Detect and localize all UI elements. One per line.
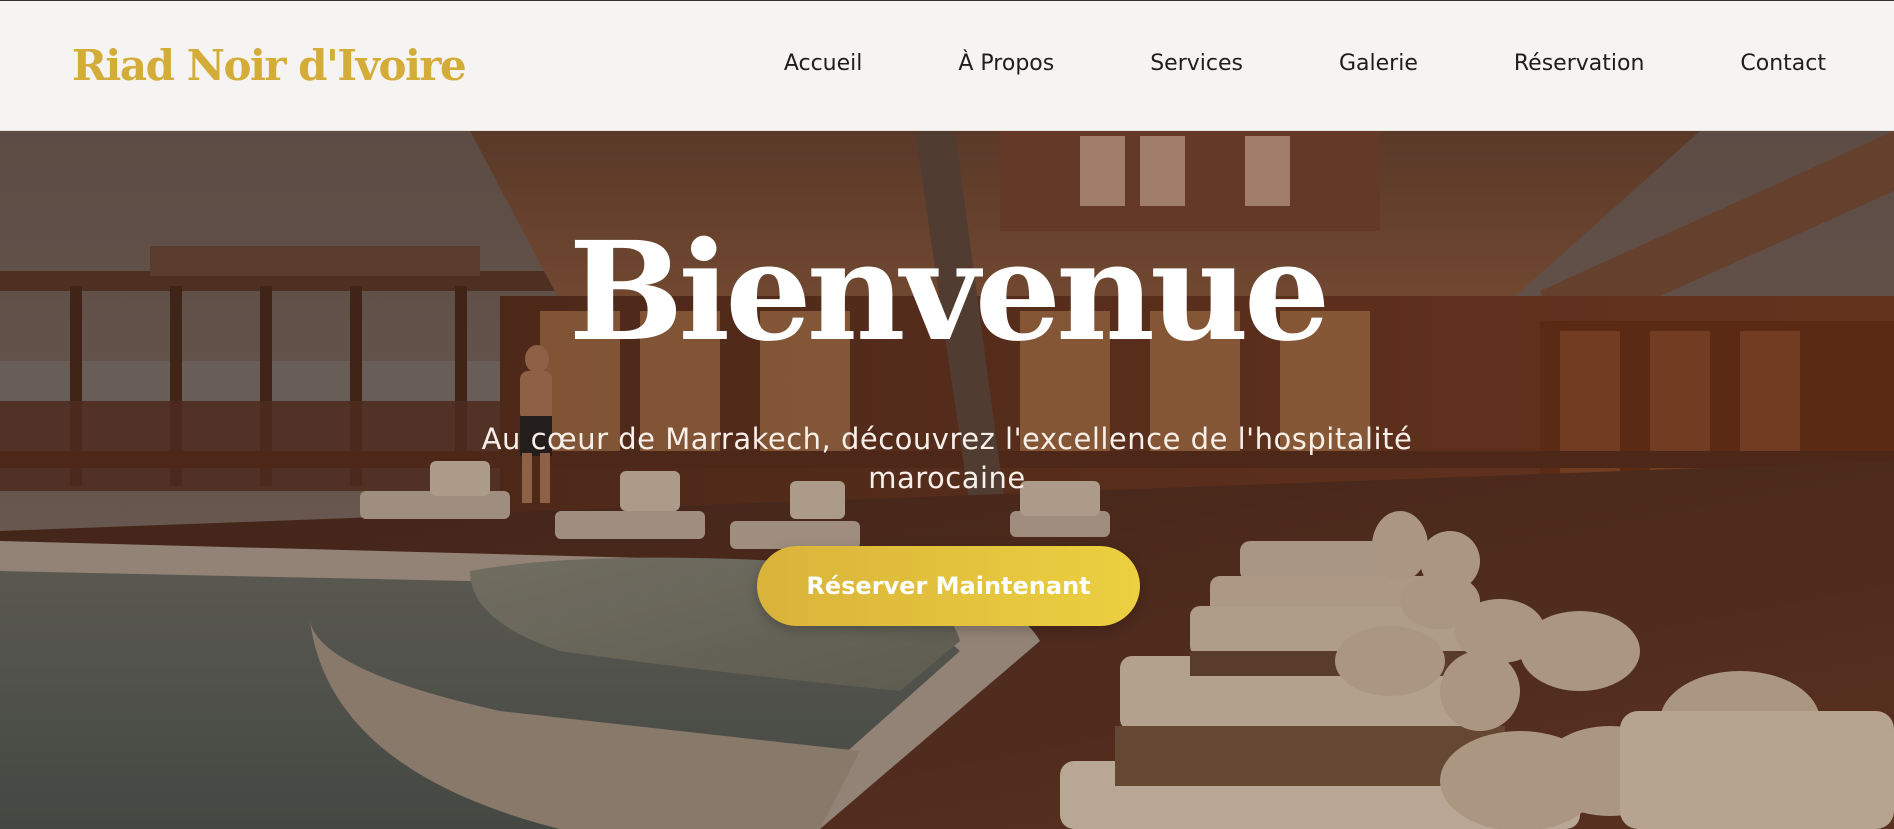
reserve-now-button[interactable]: Réserver Maintenant [757, 546, 1140, 626]
site-header: Riad Noir d'Ivoire Accueil À Propos Serv… [0, 0, 1894, 131]
nav-link-a-propos[interactable]: À Propos [958, 51, 1054, 76]
nav-link-contact[interactable]: Contact [1740, 51, 1826, 76]
hero-subtitle: Au cœur de Marrakech, découvrez l'excell… [481, 422, 1413, 495]
hero-title: Bienvenue [568, 212, 1331, 372]
nav-link-reservation[interactable]: Réservation [1514, 51, 1645, 76]
nav-link-services[interactable]: Services [1150, 51, 1243, 76]
nav-link-accueil[interactable]: Accueil [784, 51, 863, 76]
hero-section: Bienvenue Au cœur de Marrakech, découvre… [0, 131, 1894, 829]
nav-link-galerie[interactable]: Galerie [1339, 51, 1418, 76]
site-logo[interactable]: Riad Noir d'Ivoire [72, 41, 467, 90]
main-nav: Accueil À Propos Services Galerie Réserv… [784, 51, 1826, 76]
